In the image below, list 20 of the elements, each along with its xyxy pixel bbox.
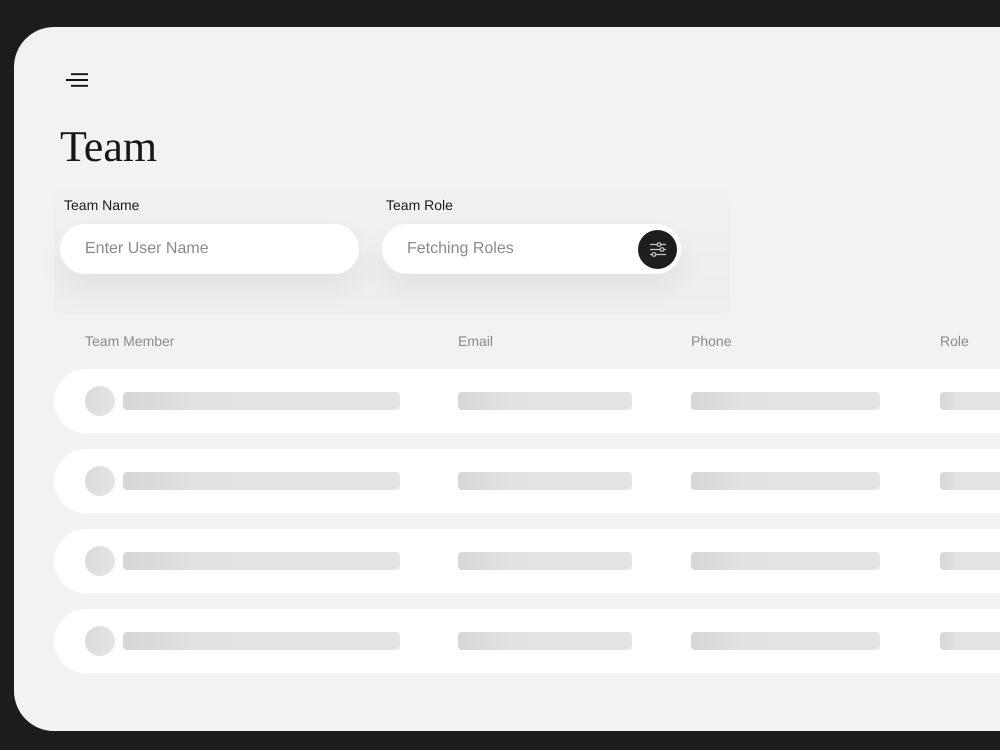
- field-label: Team Name: [63, 196, 140, 214]
- column-header: Team Member: [85, 333, 174, 349]
- avatar-skeleton: [85, 626, 115, 656]
- field-label: Team Role: [385, 196, 454, 214]
- avatar-skeleton: [85, 546, 115, 576]
- text-skeleton: [940, 472, 1000, 490]
- avatar-skeleton: [85, 386, 115, 416]
- input-field[interactable]: Enter User Name: [60, 224, 359, 274]
- text-skeleton: [940, 392, 1000, 410]
- menu-icon: [66, 73, 88, 87]
- select-field[interactable]: Fetching Roles: [382, 224, 681, 274]
- sliders-icon: [648, 242, 666, 256]
- text-skeleton: [940, 552, 1000, 570]
- column-header: Email: [458, 333, 494, 349]
- text-skeleton: [940, 632, 1000, 650]
- menu-button[interactable]: [66, 73, 88, 87]
- column-header: Role: [940, 333, 969, 349]
- column-header: Phone: [691, 333, 732, 349]
- avatar-skeleton: [85, 466, 115, 496]
- page-title: Team: [60, 125, 158, 169]
